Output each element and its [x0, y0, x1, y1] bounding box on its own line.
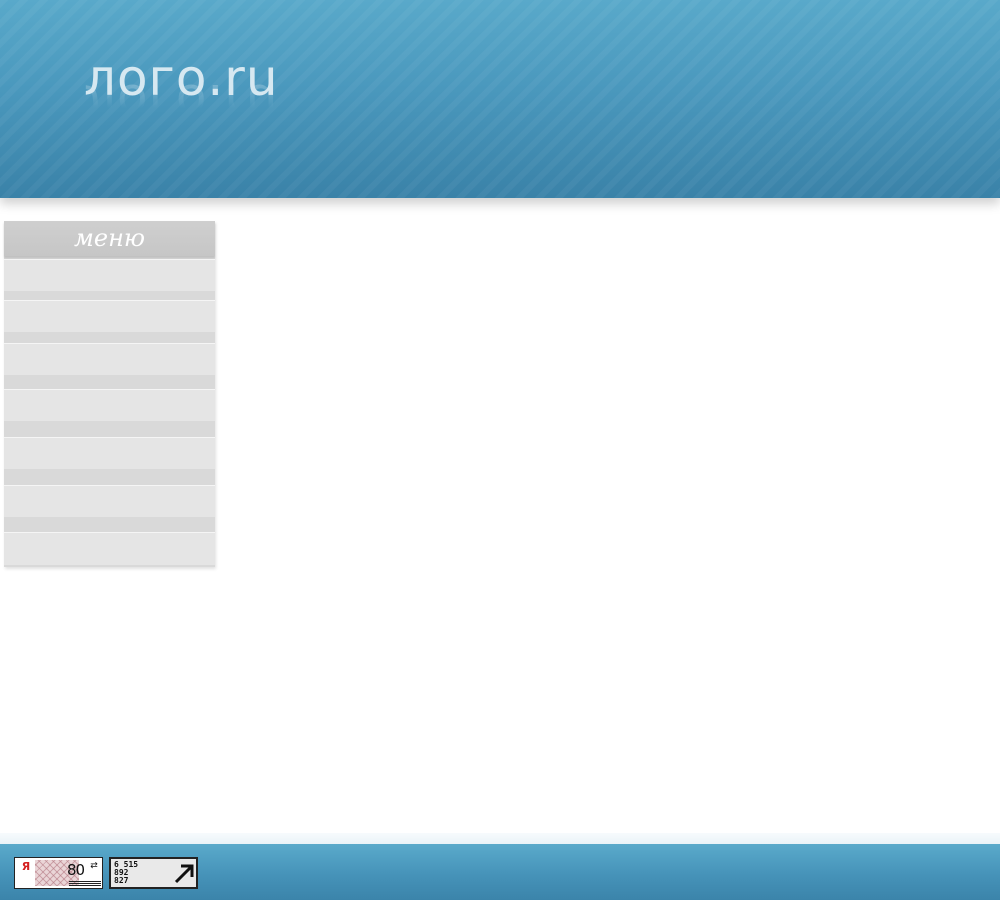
- yandex-counter-badge[interactable]: Я 80 ⇄: [14, 857, 103, 889]
- menu-item-1[interactable]: [4, 259, 215, 291]
- menu-item-4[interactable]: [4, 389, 215, 421]
- footer-divider: [0, 833, 1000, 844]
- menu-item-6[interactable]: [4, 485, 215, 517]
- refresh-icon: ⇄: [90, 861, 98, 871]
- stat-line-3: 827: [114, 876, 129, 885]
- menu-title: меню: [4, 221, 215, 256]
- yandex-counter-value: 80: [67, 861, 85, 879]
- sidebar-menu: меню: [4, 221, 215, 567]
- liveinternet-counter-badge[interactable]: 6 515 892 827: [109, 857, 198, 889]
- menu-item-5[interactable]: [4, 437, 215, 469]
- counter-stripes: [69, 881, 101, 887]
- liveinternet-stats: 6 515 892 827: [114, 861, 164, 885]
- site-header: лого.ru лого.ru: [0, 0, 1000, 198]
- yandex-logo-icon: Я: [17, 860, 35, 886]
- menu-item-2[interactable]: [4, 300, 215, 332]
- arrow-up-right-icon: [174, 864, 194, 884]
- menu-item-7[interactable]: [4, 532, 215, 565]
- logo-text: лого.ru: [84, 49, 279, 107]
- menu-item-3[interactable]: [4, 343, 215, 375]
- logo[interactable]: лого.ru лого.ru: [84, 48, 324, 148]
